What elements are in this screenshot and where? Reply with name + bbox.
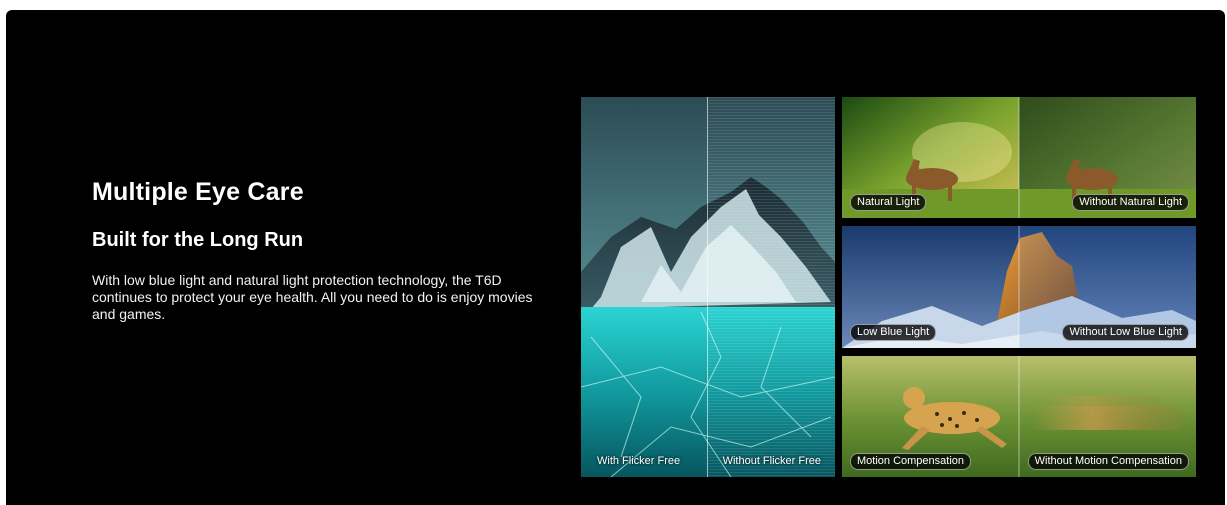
feature-copy: Multiple Eye Care Built for the Long Run… xyxy=(92,178,552,323)
eye-care-section: Multiple Eye Care Built for the Long Run… xyxy=(6,10,1225,505)
without-flicker-free-label: Without Flicker Free xyxy=(722,455,821,467)
section-title: Multiple Eye Care xyxy=(92,178,304,206)
motion-compensation-label: Motion Compensation xyxy=(850,453,972,470)
natural-light-comparison-image: Natural Light Without Natural Light xyxy=(842,97,1196,218)
split-divider xyxy=(707,97,708,477)
natural-light-label: Natural Light xyxy=(850,194,927,211)
blue-light-comparison-image: Low Blue Light Without Low Blue Light xyxy=(842,226,1196,348)
flicker-comparison-image: With Flicker Free Without Flicker Free xyxy=(581,97,835,477)
iceberg-illustration xyxy=(581,97,835,477)
section-description: With low blue light and natural light pr… xyxy=(92,272,533,322)
without-motion-compensation-label: Without Motion Compensation xyxy=(1027,453,1189,470)
motion-comparison-image: Motion Compensation Without Motion Compe… xyxy=(842,356,1196,477)
section-subtitle: Built for the Long Run xyxy=(92,229,304,251)
without-natural-light-label: Without Natural Light xyxy=(1072,194,1189,211)
with-flicker-free-label: With Flicker Free xyxy=(597,455,681,467)
without-low-blue-light-label: Without Low Blue Light xyxy=(1062,324,1189,341)
low-blue-light-label: Low Blue Light xyxy=(850,324,937,341)
